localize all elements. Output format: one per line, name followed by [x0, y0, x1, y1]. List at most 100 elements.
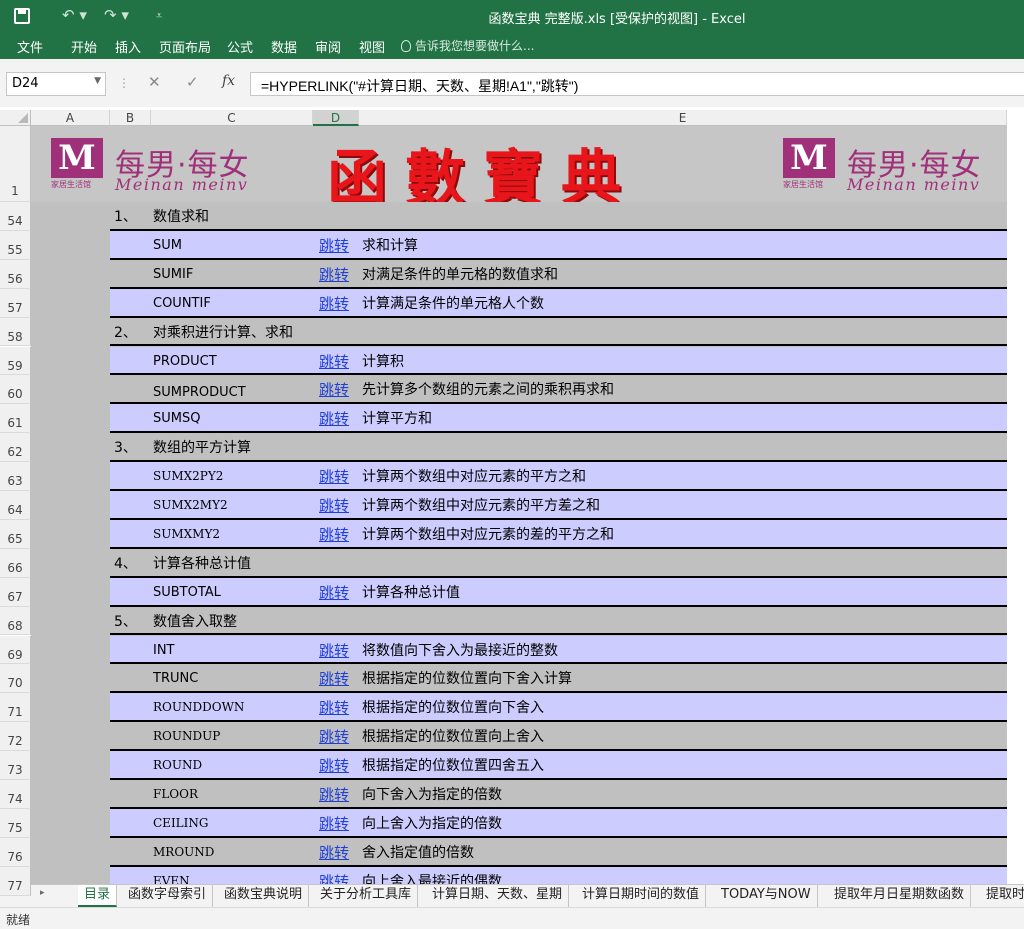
- jump-link[interactable]: 跳转: [319, 408, 349, 429]
- tab-view[interactable]: 视图: [359, 37, 385, 56]
- function-row[interactable]: SUMX2MY2 跳转 计算两个数组中对应元素的平方差之和: [110, 491, 1007, 520]
- tab-review[interactable]: 审阅: [315, 37, 341, 56]
- row-header[interactable]: 76: [0, 837, 31, 867]
- row-header[interactable]: 61: [0, 404, 31, 434]
- row-header[interactable]: 62: [0, 433, 31, 463]
- jump-link[interactable]: 跳转: [319, 466, 349, 487]
- sheet-tab[interactable]: 目录: [78, 885, 118, 907]
- section-row[interactable]: 4、 计算各种总计值: [110, 549, 1007, 578]
- section-number: 3、: [114, 440, 137, 457]
- row-header[interactable]: 72: [0, 722, 31, 752]
- next-sheet-icon[interactable]: ▸: [40, 888, 45, 898]
- row-header[interactable]: 63: [0, 462, 31, 491]
- tab-insert[interactable]: 插入: [115, 37, 141, 56]
- function-row[interactable]: TRUNC 跳转 根据指定的位数位置向下舍入计算: [110, 664, 1007, 694]
- function-row[interactable]: COUNTIF 跳转 计算满足条件的单元格人个数: [110, 288, 1007, 318]
- formula-input[interactable]: =HYPERLINK("#计算日期、天数、星期!A1","跳转"): [250, 72, 1024, 96]
- row-header[interactable]: 59: [0, 346, 31, 376]
- column-header-b[interactable]: B: [110, 110, 151, 126]
- tab-formulas[interactable]: 公式: [227, 37, 253, 56]
- section-row[interactable]: 3、 数组的平方计算: [110, 433, 1007, 463]
- column-header-a[interactable]: A: [31, 110, 110, 126]
- row-header[interactable]: 66: [0, 548, 31, 578]
- name-box[interactable]: D24 ▼: [6, 72, 106, 96]
- column-header-d[interactable]: D: [313, 110, 359, 126]
- function-row[interactable]: INT 跳转 将数值向下舍入为最接近的整数: [110, 635, 1007, 665]
- jump-link[interactable]: 跳转: [319, 293, 349, 314]
- function-row[interactable]: SUBTOTAL 跳转 计算各种总计值: [110, 577, 1007, 607]
- section-number: 2、: [114, 324, 137, 341]
- jump-link[interactable]: 跳转: [319, 668, 349, 689]
- row-header[interactable]: 70: [0, 664, 31, 694]
- row-header[interactable]: 56: [0, 259, 31, 289]
- row-header[interactable]: 77: [0, 866, 31, 896]
- row-header[interactable]: 71: [0, 693, 31, 723]
- jump-link[interactable]: 跳转: [319, 813, 349, 834]
- function-row[interactable]: SUM 跳转 求和计算: [110, 230, 1007, 260]
- row-header[interactable]: 74: [0, 780, 31, 809]
- jump-link[interactable]: 跳转: [319, 640, 349, 661]
- row-header[interactable]: 54: [0, 202, 31, 231]
- function-row[interactable]: ROUNDDOWN 跳转 根据指定的位数位置向下舍入: [110, 693, 1007, 723]
- function-row[interactable]: SUMX2PY2 跳转 计算两个数组中对应元素的平方之和: [110, 462, 1007, 491]
- jump-link[interactable]: 跳转: [319, 264, 349, 285]
- row-header[interactable]: 55: [0, 230, 31, 260]
- function-row[interactable]: FLOOR 跳转 向下舍入为指定的倍数: [110, 780, 1007, 809]
- tab-data[interactable]: 数据: [271, 37, 297, 56]
- row-header[interactable]: 57: [0, 288, 31, 318]
- row-header-1[interactable]: 1: [0, 126, 31, 202]
- tab-file[interactable]: 文件: [17, 37, 43, 56]
- jump-link[interactable]: 跳转: [319, 842, 349, 863]
- function-row[interactable]: SUMSQ 跳转 计算平方和: [110, 404, 1007, 434]
- sheet-tab[interactable]: 关于分析工具库: [314, 885, 419, 907]
- jump-link[interactable]: 跳转: [319, 235, 349, 256]
- jump-link[interactable]: 跳转: [319, 582, 349, 603]
- sheet-tab[interactable]: 函数字母索引: [122, 885, 214, 907]
- function-row[interactable]: CEILING 跳转 向上舍入为指定的倍数: [110, 808, 1007, 838]
- tab-page-layout[interactable]: 页面布局: [159, 37, 211, 56]
- function-row[interactable]: SUMXMY2 跳转 计算两个数组中对应元素的差的平方之和: [110, 519, 1007, 549]
- row-header[interactable]: 58: [0, 317, 31, 347]
- tab-home[interactable]: 开始: [71, 37, 97, 56]
- jump-link[interactable]: 跳转: [319, 784, 349, 805]
- cancel-icon[interactable]: ✕: [148, 73, 161, 91]
- jump-link[interactable]: 跳转: [319, 697, 349, 718]
- row-header[interactable]: 75: [0, 808, 31, 838]
- function-row[interactable]: SUMIF 跳转 对满足条件的单元格的数值求和: [110, 260, 1007, 289]
- row-header[interactable]: 69: [0, 635, 31, 665]
- insert-function-button[interactable]: fx: [222, 73, 235, 89]
- sheet-tab[interactable]: 提取时: [980, 885, 1024, 907]
- section-row[interactable]: 1、 数值求和: [110, 202, 1007, 231]
- function-row[interactable]: PRODUCT 跳转 计算积: [110, 346, 1007, 376]
- select-all-corner[interactable]: [0, 110, 31, 126]
- sheet-tab[interactable]: 计算日期时间的数值: [576, 885, 707, 907]
- logo-subtitle: 家居生活馆: [783, 180, 823, 189]
- sheet-tab[interactable]: 提取年月日星期数函数: [828, 885, 972, 907]
- jump-link[interactable]: 跳转: [319, 524, 349, 545]
- section-row[interactable]: 5、 数值舍入取整: [110, 607, 1007, 636]
- jump-link[interactable]: 跳转: [319, 726, 349, 747]
- jump-link[interactable]: 跳转: [319, 755, 349, 776]
- sheet-tab[interactable]: 计算日期、天数、星期: [426, 885, 570, 907]
- tell-me-box[interactable]: 告诉我您想要做什么...: [401, 37, 534, 54]
- row-header[interactable]: 67: [0, 577, 31, 607]
- chevron-down-icon[interactable]: ▼: [94, 76, 101, 86]
- row-header[interactable]: 73: [0, 751, 31, 780]
- jump-link[interactable]: 跳转: [319, 495, 349, 516]
- row-header[interactable]: 60: [0, 375, 31, 405]
- row-header[interactable]: 64: [0, 491, 31, 520]
- function-row[interactable]: SUMPRODUCT 跳转 先计算多个数组的元素之间的乘积再求和: [110, 375, 1007, 405]
- function-row[interactable]: ROUND 跳转 根据指定的位数位置四舍五入: [110, 751, 1007, 780]
- sheet-tab[interactable]: 函数宝典说明: [218, 885, 310, 907]
- section-row[interactable]: 2、 对乘积进行计算、求和: [110, 318, 1007, 347]
- row-header[interactable]: 65: [0, 519, 31, 549]
- column-header-e[interactable]: E: [359, 110, 1007, 126]
- jump-link[interactable]: 跳转: [319, 379, 349, 400]
- sheet-tab[interactable]: TODAY与NOW: [715, 885, 818, 907]
- function-row[interactable]: ROUNDUP 跳转 根据指定的位数位置向上舍入: [110, 722, 1007, 752]
- enter-check-icon[interactable]: ✓: [186, 73, 199, 91]
- row-header[interactable]: 68: [0, 606, 31, 636]
- column-header-c[interactable]: C: [151, 110, 313, 126]
- jump-link[interactable]: 跳转: [319, 351, 349, 372]
- function-row[interactable]: MROUND 跳转 舍入指定值的倍数: [110, 838, 1007, 867]
